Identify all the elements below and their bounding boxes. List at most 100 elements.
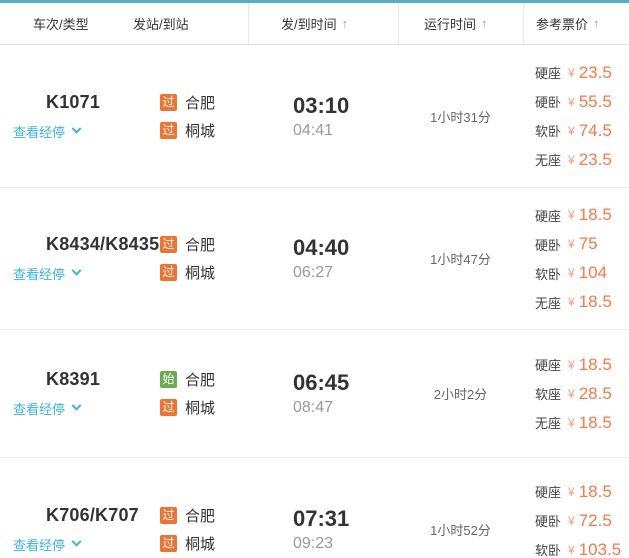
station-name: 桐城	[185, 265, 216, 282]
seat-type-label: 硬座	[535, 208, 562, 224]
view-stops-link[interactable]: 查看经停	[0, 535, 155, 554]
price-amount: 23.5	[578, 149, 612, 169]
times-cell: 04:40 06:27	[280, 235, 398, 282]
seat-type-label: 硬座	[535, 66, 562, 81]
station-row: 过桐城	[160, 530, 280, 558]
price-amount: 75	[578, 234, 598, 253]
price-amount: 72.5	[578, 510, 612, 530]
column-header-duration[interactable]: 运行时间 ↑	[398, 3, 523, 44]
seat-type-label: 硬座	[535, 485, 562, 500]
train-row: K8434/K8435 查看经停 过合肥过桐城 04:40 06:27 1小时4…	[0, 188, 629, 330]
stations-cell: 始合肥过桐城	[155, 366, 280, 422]
train-number: K8434/K8435	[46, 234, 160, 254]
station-row: 过桐城	[160, 394, 280, 422]
column-label: 参考票价	[536, 17, 589, 32]
chevron-down-icon	[71, 400, 82, 411]
price-item: 硬座 ¥18.5	[535, 201, 629, 230]
yen-symbol: ¥	[568, 415, 575, 430]
seat-type-label: 无座	[535, 153, 562, 168]
train-cell: K8391 查看经停	[0, 369, 155, 418]
duration: 1小时47分	[430, 252, 491, 267]
price-amount: 104	[578, 263, 608, 282]
price-amount: 103.5	[578, 539, 622, 558]
pass-badge: 过	[160, 507, 177, 524]
price-amount: 18.5	[578, 205, 612, 224]
train-list: K1071 查看经停 过合肥过桐城 03:10 04:41 1小时31分 硬座 ¥…	[0, 45, 629, 558]
seat-type-label: 无座	[535, 416, 562, 431]
duration-cell: 2小时2分	[398, 384, 523, 403]
depart-time: 06:45	[293, 370, 350, 395]
yen-symbol: ¥	[568, 357, 575, 372]
train-timetable: 车次/类型 发站/到站 发/到时间 ↑ 运行时间 ↑ 参考票价 ↑ K1071 …	[0, 0, 629, 558]
chevron-down-icon	[71, 536, 82, 547]
station-name: 合肥	[185, 94, 216, 112]
pass-badge: 过	[160, 93, 177, 111]
price-item: 硬卧 ¥75	[535, 230, 629, 259]
price-list: 硬座 ¥18.5 硬卧 ¥72.5 软卧 ¥103.5	[523, 458, 629, 558]
view-stops-link[interactable]: 查看经停	[0, 122, 155, 141]
yen-symbol: ¥	[568, 513, 575, 528]
train-number: K8391	[46, 369, 101, 389]
column-label: 运行时间	[424, 17, 477, 32]
station-row: 过合肥	[160, 88, 280, 116]
price-item: 无座 ¥23.5	[535, 145, 629, 174]
depart-time: 03:10	[293, 92, 350, 118]
times-cell: 06:45 08:47	[280, 370, 398, 417]
yen-symbol: ¥	[568, 266, 575, 280]
view-stops-link[interactable]: 查看经停	[0, 399, 155, 418]
yen-symbol: ¥	[568, 484, 575, 499]
view-stops-label: 查看经停	[13, 124, 66, 140]
arrive-time: 09:23	[293, 535, 334, 552]
arrive-time: 08:47	[293, 399, 334, 416]
price-item: 软卧 ¥103.5	[535, 535, 629, 558]
price-amount: 55.5	[578, 91, 612, 111]
price-item: 硬卧 ¥72.5	[535, 506, 629, 535]
train-cell: K8434/K8435 查看经停	[0, 234, 160, 283]
price-item: 软卧 ¥104	[535, 259, 629, 288]
yen-symbol: ¥	[568, 208, 575, 222]
start-badge: 始	[160, 371, 177, 388]
pass-badge: 过	[160, 264, 177, 281]
table-header: 车次/类型 发站/到站 发/到时间 ↑ 运行时间 ↑ 参考票价 ↑	[0, 3, 629, 45]
station-name: 合肥	[185, 237, 216, 254]
price-list: 硬座 ¥23.5 硬卧 ¥55.5 软卧 ¥74.5 无座 ¥23.5	[523, 45, 629, 187]
yen-symbol: ¥	[568, 237, 575, 251]
seat-type-label: 无座	[535, 295, 562, 311]
price-item: 软座 ¥28.5	[535, 379, 629, 408]
yen-symbol: ¥	[568, 94, 575, 109]
train-row: K706/K707 查看经停 过合肥过桐城 07:31 09:23 1小时52分…	[0, 458, 629, 558]
train-cell: K1071 查看经停	[0, 92, 155, 141]
chevron-down-icon	[71, 265, 82, 276]
column-label: 发站/到站	[133, 17, 189, 32]
train-number: K706/K707	[46, 505, 139, 525]
pass-badge: 过	[160, 236, 177, 253]
duration-cell: 1小时47分	[398, 249, 523, 268]
train-row: K1071 查看经停 过合肥过桐城 03:10 04:41 1小时31分 硬座 ¥…	[0, 45, 629, 188]
station-name: 合肥	[185, 508, 216, 525]
arrive-time: 04:41	[293, 121, 334, 139]
seat-type-label: 硬座	[535, 358, 562, 373]
price-amount: 18.5	[578, 412, 612, 432]
column-header-price[interactable]: 参考票价 ↑	[523, 3, 629, 44]
sort-asc-icon[interactable]: ↑	[593, 16, 600, 31]
yen-symbol: ¥	[568, 152, 575, 167]
times-cell: 07:31 09:23	[280, 506, 398, 553]
train-number: K1071	[46, 91, 101, 112]
yen-symbol: ¥	[568, 386, 575, 401]
sort-asc-icon[interactable]: ↑	[481, 16, 488, 31]
station-row: 过合肥	[160, 502, 280, 530]
view-stops-link[interactable]: 查看经停	[0, 264, 155, 283]
price-amount: 23.5	[578, 62, 612, 82]
station-name: 桐城	[185, 536, 216, 553]
seat-type-label: 软卧	[535, 266, 562, 282]
pass-badge: 过	[160, 121, 177, 139]
duration: 1小时52分	[430, 523, 491, 538]
yen-symbol: ¥	[568, 542, 575, 557]
price-amount: 28.5	[578, 383, 612, 403]
station-row: 始合肥	[160, 366, 280, 394]
price-item: 无座 ¥18.5	[535, 288, 629, 317]
price-amount: 18.5	[578, 481, 612, 501]
view-stops-label: 查看经停	[13, 267, 66, 282]
sort-asc-icon[interactable]: ↑	[342, 16, 349, 31]
column-header-times[interactable]: 发/到时间 ↑	[248, 3, 398, 44]
